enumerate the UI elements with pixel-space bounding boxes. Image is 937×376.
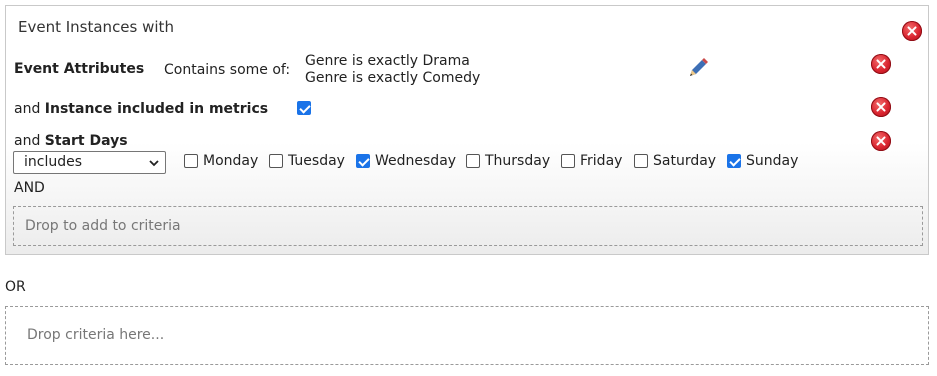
instance-metrics-checkbox[interactable] bbox=[297, 101, 311, 115]
instance-metrics-label: Instance included in metrics bbox=[44, 101, 269, 117]
day-label-friday: Friday bbox=[580, 153, 623, 169]
day-label-monday: Monday bbox=[203, 153, 259, 169]
day-checkbox-friday[interactable] bbox=[561, 154, 575, 168]
day-checkbox-saturday[interactable] bbox=[634, 154, 648, 168]
day-checkbox-wednesday[interactable] bbox=[356, 154, 370, 168]
start-days-mode-value: includes bbox=[24, 154, 83, 170]
and-prefix: and bbox=[14, 101, 41, 117]
criteria-group-panel: Event Instances with Event Attributes Co… bbox=[5, 5, 929, 255]
and-prefix: and bbox=[14, 133, 41, 149]
outer-dropzone-text: Drop criteria here... bbox=[27, 327, 165, 343]
start-days-label: Start Days bbox=[44, 133, 128, 149]
start-days-row-label: and Start Days bbox=[14, 133, 128, 149]
remove-event-attributes-button[interactable] bbox=[871, 54, 891, 74]
event-attributes-label: Event Attributes bbox=[14, 61, 145, 77]
day-label-thursday: Thursday bbox=[485, 153, 551, 169]
day-label-tuesday: Tuesday bbox=[288, 153, 345, 169]
day-checkbox-tuesday[interactable] bbox=[269, 154, 283, 168]
instance-metrics-row-label: and Instance included in metrics bbox=[14, 101, 268, 117]
or-connector-label: OR bbox=[5, 279, 26, 295]
remove-start-days-button[interactable] bbox=[871, 131, 891, 151]
chevron-down-icon bbox=[149, 160, 159, 167]
outer-criteria-dropzone[interactable]: Drop criteria here... bbox=[5, 306, 929, 365]
group-title: Event Instances with bbox=[18, 18, 174, 36]
inner-criteria-dropzone[interactable]: Drop to add to criteria bbox=[13, 206, 923, 246]
day-label-sunday: Sunday bbox=[746, 153, 799, 169]
pencil-icon[interactable] bbox=[687, 57, 709, 79]
day-checkbox-thursday[interactable] bbox=[466, 154, 480, 168]
start-days-mode-select[interactable]: includes bbox=[13, 151, 166, 174]
and-connector-label: AND bbox=[14, 180, 45, 196]
event-attribute-value: Genre is exactly Comedy bbox=[305, 70, 481, 86]
event-attribute-value: Genre is exactly Drama bbox=[305, 53, 470, 69]
day-checkbox-monday[interactable] bbox=[184, 154, 198, 168]
event-attributes-operator: Contains some of: bbox=[164, 62, 291, 78]
inner-dropzone-text: Drop to add to criteria bbox=[25, 218, 181, 234]
day-checkbox-sunday[interactable] bbox=[727, 154, 741, 168]
day-label-saturday: Saturday bbox=[653, 153, 717, 169]
remove-instance-metrics-button[interactable] bbox=[871, 97, 891, 117]
remove-group-button[interactable] bbox=[902, 21, 922, 41]
day-label-wednesday: Wednesday bbox=[375, 153, 457, 169]
